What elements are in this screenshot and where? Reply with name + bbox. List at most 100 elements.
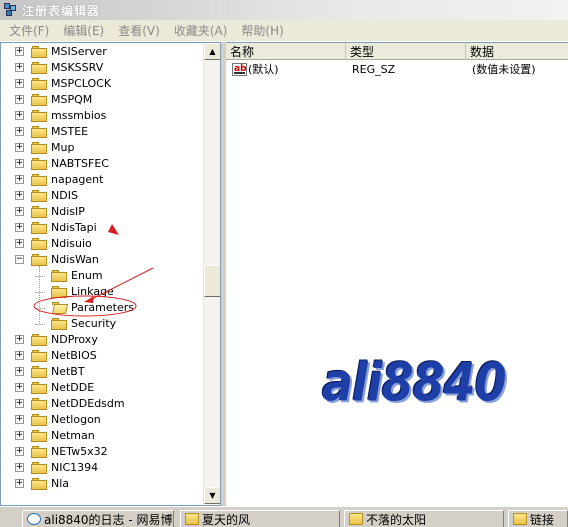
tree-vertical-scrollbar[interactable]: ▲ ▼ <box>203 43 220 505</box>
tree-item-label: MSKSSRV <box>51 61 104 74</box>
tree-item[interactable]: + NDIS <box>1 188 201 204</box>
menu-view[interactable]: 查看(V) <box>111 22 167 39</box>
tree-item-label: Nla <box>51 477 70 490</box>
tree-item[interactable]: + MSPCLOCK <box>1 76 201 92</box>
expand-icon[interactable]: + <box>15 63 24 72</box>
folder-icon <box>31 222 47 234</box>
tree-child-item[interactable]: Enum <box>1 268 201 284</box>
tree-item[interactable]: + NETw5x32 <box>1 444 201 460</box>
tree-item[interactable]: + Mup <box>1 140 201 156</box>
tree-item[interactable]: + NetBT <box>1 364 201 380</box>
expand-icon[interactable]: + <box>15 95 24 104</box>
tree-connector <box>35 308 45 309</box>
folder-icon <box>31 94 47 106</box>
taskbar-button-sun[interactable]: 不落的太阳 <box>344 510 504 527</box>
tree-child-item[interactable]: Parameters <box>1 300 201 316</box>
tree-item[interactable]: + Ndisuio <box>1 236 201 252</box>
tree-item[interactable]: + MSTEE <box>1 124 201 140</box>
expand-icon[interactable]: + <box>15 143 24 152</box>
values-list-pane[interactable]: 名称 类型 数据 ab (默认) REG_SZ (数值未设置) <box>226 42 568 506</box>
tree-item[interactable]: + NetDDE <box>1 380 201 396</box>
expand-icon[interactable]: + <box>15 463 24 472</box>
collapse-icon[interactable]: − <box>15 255 24 264</box>
tree-connector <box>35 276 45 277</box>
expand-icon[interactable]: + <box>15 111 24 120</box>
tree-item[interactable]: + NdisTapi <box>1 220 201 236</box>
tree-item[interactable]: + NABTSFEC <box>1 156 201 172</box>
title-bar: 注册表编辑器 <box>0 0 568 20</box>
expand-icon[interactable]: + <box>15 351 24 360</box>
tree-child-item[interactable]: Linkage <box>1 284 201 300</box>
tree-item-label: Security <box>71 317 117 330</box>
tree-item[interactable]: − NdisWan <box>1 252 201 268</box>
scroll-thumb[interactable] <box>204 265 220 297</box>
expand-icon[interactable]: + <box>15 399 24 408</box>
browser-icon <box>27 513 41 525</box>
tree-child-item[interactable]: Security <box>1 316 201 332</box>
tree-item[interactable]: + Netman <box>1 428 201 444</box>
expand-icon[interactable]: + <box>15 479 24 488</box>
taskbar-button-summer-wind[interactable]: 夏天的风 <box>180 510 340 527</box>
taskbar-label: 不落的太阳 <box>366 512 427 527</box>
tree-item[interactable]: + napagent <box>1 172 201 188</box>
column-header-name[interactable]: 名称 <box>226 43 346 60</box>
folder-icon <box>31 142 47 154</box>
folder-icon <box>31 430 47 442</box>
tree-item[interactable]: + MSKSSRV <box>1 60 201 76</box>
tree-item[interactable]: + MSIServer <box>1 44 201 60</box>
taskbar-button-blog[interactable]: ali8840的日志 - 网易博... <box>22 510 174 527</box>
key-tree-pane[interactable]: + MSIServer + MSKSSRV + MSPCLOCK + MSPQM + mssmbi… <box>0 42 221 506</box>
folder-icon <box>349 513 363 525</box>
tree-item-label: NetDDE <box>51 381 95 394</box>
folder-icon <box>31 158 47 170</box>
column-header-type[interactable]: 类型 <box>346 43 466 60</box>
expand-icon[interactable]: + <box>15 367 24 376</box>
tree-item-label: NdisIP <box>51 205 85 218</box>
folder-icon <box>31 254 47 266</box>
expand-icon[interactable]: + <box>15 159 24 168</box>
folder-icon <box>31 238 47 250</box>
menu-favorites[interactable]: 收藏夹(A) <box>167 22 235 39</box>
folder-icon <box>31 382 47 394</box>
expand-icon[interactable]: + <box>15 383 24 392</box>
tree-item[interactable]: + Nla <box>1 476 201 492</box>
tree-item[interactable]: + MSPQM <box>1 92 201 108</box>
expand-icon[interactable]: + <box>15 207 24 216</box>
menu-bar: 文件(F) 编辑(E) 查看(V) 收藏夹(A) 帮助(H) <box>0 20 568 42</box>
tree-item[interactable]: + NIC1394 <box>1 460 201 476</box>
tree-item[interactable]: + mssmbios <box>1 108 201 124</box>
taskbar: ali8840的日志 - 网易博... 夏天的风 不落的太阳 链接 <box>0 506 568 527</box>
scroll-down-button[interactable]: ▼ <box>204 487 220 504</box>
expand-icon[interactable]: + <box>15 447 24 456</box>
tree-item[interactable]: + NdisIP <box>1 204 201 220</box>
expand-icon[interactable]: + <box>15 127 24 136</box>
expand-icon[interactable]: + <box>15 79 24 88</box>
menu-edit[interactable]: 编辑(E) <box>56 22 111 39</box>
value-name: (默认) <box>248 63 279 76</box>
tree-item[interactable]: + NetDDEdsdm <box>1 396 201 412</box>
expand-icon[interactable]: + <box>15 223 24 232</box>
expand-icon[interactable]: + <box>15 239 24 248</box>
tree-item[interactable]: + NDProxy <box>1 332 201 348</box>
tree-item-label: NDProxy <box>51 333 98 346</box>
taskbar-label: ali8840的日志 - 网易博... <box>44 512 174 527</box>
expand-icon[interactable]: + <box>15 175 24 184</box>
expand-icon[interactable]: + <box>15 47 24 56</box>
scroll-up-button[interactable]: ▲ <box>204 43 220 60</box>
menu-help[interactable]: 帮助(H) <box>234 22 290 39</box>
string-value-icon: ab <box>232 63 247 76</box>
value-row[interactable]: ab (默认) REG_SZ (数值未设置) <box>226 62 568 78</box>
folder-open-icon <box>51 302 69 314</box>
window-title: 注册表编辑器 <box>22 3 101 18</box>
column-header-data[interactable]: 数据 <box>466 43 568 60</box>
tree-item-label: Enum <box>71 269 103 282</box>
expand-icon[interactable]: + <box>15 191 24 200</box>
tree-item-label: NIC1394 <box>51 461 99 474</box>
tree-item[interactable]: + Netlogon <box>1 412 201 428</box>
tree-item[interactable]: + NetBIOS <box>1 348 201 364</box>
taskbar-button-links[interactable]: 链接 <box>508 510 568 527</box>
expand-icon[interactable]: + <box>15 335 24 344</box>
expand-icon[interactable]: + <box>15 431 24 440</box>
expand-icon[interactable]: + <box>15 415 24 424</box>
menu-file[interactable]: 文件(F) <box>2 22 56 39</box>
